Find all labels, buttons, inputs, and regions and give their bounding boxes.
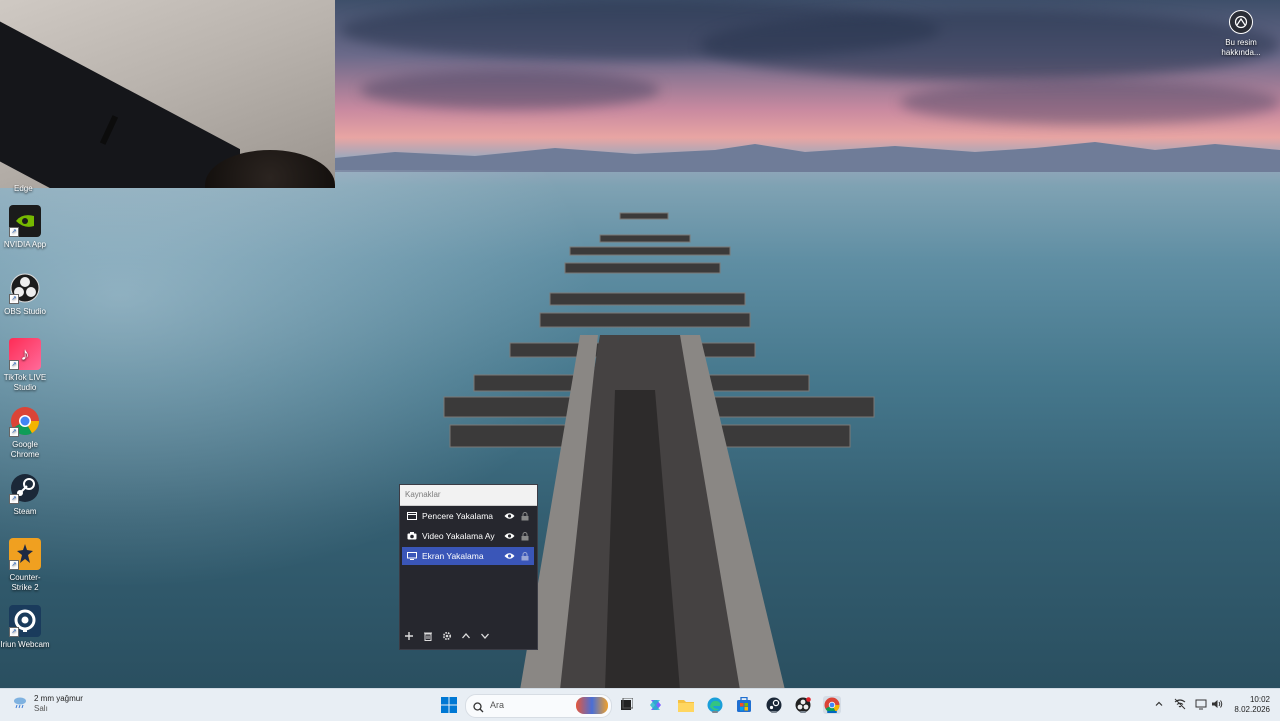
monitor-icon [407, 552, 417, 560]
desktop-icon-obs-studio[interactable]: ↗ OBS Studio [0, 272, 50, 317]
iriun-webcam-icon: ↗ [9, 605, 41, 637]
source-item[interactable]: Pencere Yakalama [402, 507, 534, 525]
desktop-icon-label: NVIDIA App [3, 240, 47, 249]
copilot-icon [650, 700, 661, 710]
weather-widget[interactable]: 2 mm yağmur Salı [12, 694, 83, 714]
source-label: Pencere Yakalama [422, 511, 494, 521]
chrome-taskbar-button[interactable] [823, 696, 841, 714]
search-icon [473, 700, 484, 718]
dock-toolbar [404, 631, 490, 641]
lock-icon[interactable] [521, 531, 529, 541]
camera-icon [407, 532, 417, 540]
webcam-overlay [0, 0, 335, 188]
search-placeholder: Ara [490, 700, 505, 710]
source-item[interactable]: Video Yakalama Ay [402, 527, 534, 545]
wallpaper-info-line2: hakkında... [1221, 48, 1261, 57]
desktop-icon-partial-label: Edge [14, 184, 33, 193]
clock[interactable]: 10:02 8.02.2026 [1226, 695, 1270, 715]
network-icon[interactable] [1173, 697, 1187, 711]
eye-icon[interactable] [504, 532, 515, 540]
gear-icon[interactable] [442, 631, 452, 641]
trash-icon[interactable] [423, 631, 433, 641]
wallpaper-info-line1: Bu resim [1225, 38, 1257, 47]
counter-strike-icon: ↗ [9, 538, 41, 570]
clock-time: 10:02 [1249, 695, 1270, 704]
speaker-icon[interactable] [1210, 697, 1224, 711]
desktop-icon-steam[interactable]: ↗ Steam [0, 472, 50, 517]
weather-condition: 2 mm yağmur [34, 694, 83, 703]
obs-taskbar-button[interactable] [794, 696, 812, 714]
desktop-icon-iriun-webcam[interactable]: ↗ Iriun Webcam [0, 605, 50, 650]
move-down-icon[interactable] [480, 631, 490, 641]
file-explorer-button[interactable] [677, 696, 695, 714]
steam-icon: ↗ [9, 472, 41, 504]
desktop-icon-counter-strike-2[interactable]: ↗ Counter-Strike 2 [0, 538, 50, 593]
window-capture-icon [407, 512, 417, 520]
lock-icon[interactable] [521, 551, 529, 561]
dock-title: Kaynaklar [400, 485, 537, 506]
camera-aperture-icon [1229, 10, 1253, 34]
taskbar-search[interactable]: Ara [465, 694, 612, 718]
desktop-icon-label: Google Chrome [10, 440, 40, 459]
chrome-icon: ↗ [9, 405, 41, 437]
desktop-icon-label: Counter-Strike 2 [9, 573, 41, 592]
search-highlight-icon [576, 697, 608, 714]
nvidia-icon: ↗ [9, 205, 41, 237]
tiktok-icon: ♪ ↗ [9, 338, 41, 370]
rain-cloud-icon [12, 695, 28, 714]
mountains [335, 142, 1280, 172]
task-view-button[interactable] [617, 696, 635, 714]
desktop-icon-label: Steam [13, 507, 37, 516]
steam-taskbar-button[interactable] [765, 696, 783, 714]
eye-icon[interactable] [504, 552, 515, 560]
eye-icon[interactable] [504, 512, 515, 520]
lock-icon[interactable] [521, 511, 529, 521]
source-item-selected[interactable]: Ekran Yakalama [402, 547, 534, 565]
desktop-icon-nvidia-app[interactable]: ↗ NVIDIA App [0, 205, 50, 250]
source-label: Ekran Yakalama [422, 551, 484, 561]
obs-icon: ↗ [9, 272, 41, 304]
desktop-icon-label: TikTok LIVE Studio [3, 373, 47, 392]
store-button[interactable] [735, 696, 753, 714]
task-view-icon [621, 698, 633, 710]
taskbar: 2 mm yağmur Salı Ara 10:02 8.02.2026 [0, 688, 1280, 721]
weather-day: Salı [34, 704, 48, 713]
edge-button[interactable] [706, 696, 724, 714]
store-icon [737, 697, 751, 712]
desktop-icon-tiktok-live-studio[interactable]: ♪ ↗ TikTok LIVE Studio [0, 338, 50, 393]
clock-date: 8.02.2026 [1234, 705, 1270, 714]
add-icon[interactable] [404, 631, 414, 641]
desktop-icon-label: OBS Studio [4, 307, 46, 316]
move-up-icon[interactable] [461, 631, 471, 641]
obs-sources-dock: Kaynaklar Pencere Yakalama Video Yakalam… [399, 484, 538, 650]
wallpaper-info-button[interactable]: Bu resim hakkında... [1216, 10, 1266, 58]
display-icon[interactable] [1194, 697, 1208, 711]
folder-icon [678, 700, 694, 712]
desktop-icon-label: Iriun Webcam [0, 640, 50, 649]
source-label: Video Yakalama Ay [422, 531, 495, 541]
desktop-icon-google-chrome[interactable]: ↗ Google Chrome [0, 405, 50, 460]
copilot-button[interactable] [647, 696, 665, 714]
start-button[interactable] [440, 696, 458, 714]
windows-icon [441, 697, 457, 713]
chevron-up-icon[interactable] [1152, 697, 1166, 711]
